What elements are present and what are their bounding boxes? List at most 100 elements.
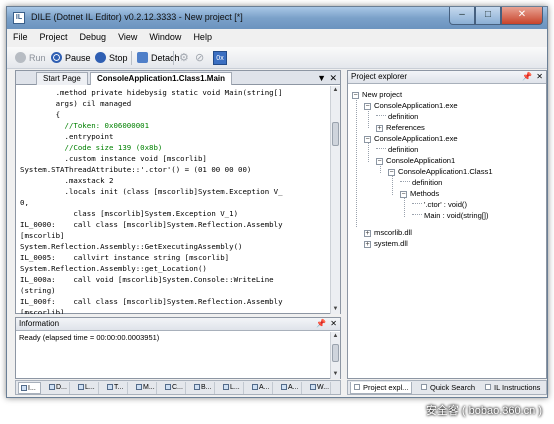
title-bar[interactable]: IL DILE (Dotnet IL Editor) v0.2.12.3333 … [7,7,547,29]
scroll-up-icon[interactable]: ▲ [331,332,340,341]
tab-list-dropdown-icon[interactable]: ▼ [317,72,326,84]
code-line: .custom instance void [mscorlib] [20,154,207,163]
pause-button[interactable]: Pause [51,50,91,66]
scroll-up-icon[interactable]: ▲ [331,86,340,95]
tree-node-label: definition [412,178,443,187]
menu-view[interactable]: View [112,29,143,47]
tree-node[interactable]: − ConsoleApplication1 [376,155,455,166]
tab-main-method[interactable]: ConsoleApplication1.Class1.Main [90,72,233,85]
collapse-icon[interactable]: − [376,158,383,165]
pin-icon[interactable]: 📌 [522,71,532,83]
tree-node[interactable]: − ConsoleApplication1.exe [364,100,458,111]
close-panel-icon[interactable]: ✕ [536,71,543,83]
code-line: IL_0005: callvirt instance string [mscor… [20,253,230,262]
code-line: System.STAThreadAttribute::'.ctor'() = (… [20,165,252,174]
code-line: { [20,110,61,119]
expand-icon[interactable]: + [364,241,371,248]
bottom-tab[interactable]: D... [47,382,70,394]
tree-node[interactable]: definition [400,177,442,188]
run-label: Run [29,53,46,63]
tab-quick-search[interactable]: Quick Search [418,382,478,394]
bottom-tab[interactable]: L... [76,382,99,394]
tree-node[interactable]: + system.dll [364,238,408,249]
close-panel-icon[interactable]: ✕ [330,318,337,330]
code-line: .entrypoint [20,132,114,141]
collapse-icon[interactable]: − [364,136,371,143]
bottom-tab-label: L... [85,384,95,391]
scroll-down-icon[interactable]: ▼ [331,370,340,379]
tree-node[interactable]: − Methods [400,188,439,199]
tab-label: Quick Search [430,383,476,392]
tab-label: Project expl... [363,383,409,392]
tree-node[interactable]: + mscorlib.dll [364,227,412,238]
window-tab-icon [165,384,171,390]
collapse-icon[interactable]: − [388,169,395,176]
menu-window[interactable]: Window [143,29,187,47]
maximize-button[interactable]: □ [475,7,501,25]
run-button[interactable]: Run [15,50,46,66]
editor-scrollbar[interactable]: ▲ ▼ [330,86,340,314]
collapse-icon[interactable]: − [364,103,371,110]
bottom-tab[interactable]: A... [279,382,302,394]
stop-button[interactable]: Stop [95,50,128,66]
document-tabs: Start Page ConsoleApplication1.Class1.Ma… [16,71,340,85]
code-line: (string) [20,286,56,295]
window-title: DILE (Dotnet IL Editor) v0.2.12.3333 - N… [31,12,243,22]
bottom-tab[interactable]: B... [192,382,215,394]
detach-label: Detach [151,53,180,63]
collapse-icon[interactable]: − [352,92,359,99]
expand-icon[interactable]: + [376,125,383,132]
tree-node[interactable]: − New project [352,89,402,100]
tree-node[interactable]: '.ctor' : void() [412,199,467,210]
il-code-view[interactable]: .method private hidebysig static void Ma… [16,86,332,314]
information-scrollbar[interactable]: ▲ ▼ [330,332,340,379]
minimize-button[interactable]: – [449,7,475,25]
explorer-tab-icon [354,384,360,390]
bottom-tab-label: D... [56,384,67,391]
menu-project[interactable]: Project [34,29,74,47]
disabled-tool-icon[interactable]: ⊘ [195,50,204,66]
tree-node[interactable]: definition [376,144,418,155]
tree-node[interactable]: − ConsoleApplication1.Class1 [388,166,493,177]
tree-node[interactable]: Main : void(string[]) [412,210,489,221]
tree-node-label: Main : void(string[]) [424,211,489,220]
pause-label: Pause [65,53,91,63]
app-icon: IL [13,12,25,24]
close-button[interactable]: ✕ [501,7,543,25]
scroll-down-icon[interactable]: ▼ [331,305,340,314]
tree-connector [412,214,422,215]
menu-debug[interactable]: Debug [74,29,113,47]
bottom-tab[interactable]: T... [105,382,128,394]
tab-label: IL Instructions [494,383,541,392]
tab-start-page[interactable]: Start Page [36,72,88,85]
hex-display-button[interactable]: 0x [213,51,227,65]
tree-node-label: Methods [410,189,440,198]
bottom-tab[interactable]: W... [308,382,331,394]
bottom-tab[interactable]: L... [221,382,244,394]
bottom-tab[interactable]: C... [163,382,186,394]
tree-node[interactable]: + References [376,122,425,133]
close-tab-icon[interactable]: ✕ [329,72,337,84]
information-header: Information 📌 ✕ [16,318,340,331]
scrollbar-thumb[interactable] [332,122,339,146]
bottom-tab[interactable]: I... [18,382,41,394]
menu-file[interactable]: File [7,29,34,47]
tab-il-instructions[interactable]: IL Instructions [482,382,543,394]
bottom-tab-label: W... [317,384,330,391]
pin-icon[interactable]: 📌 [316,318,326,330]
tab-project-explorer[interactable]: Project expl... [350,382,413,394]
tree-node[interactable]: − ConsoleApplication1.exe [364,133,458,144]
settings-icon[interactable]: ⚙ [179,50,189,66]
tree-node[interactable]: definition [376,111,418,122]
expand-icon[interactable]: + [364,230,371,237]
collapse-icon[interactable]: − [400,191,407,198]
window-tab-icon [310,384,316,390]
bottom-tab[interactable]: M... [134,382,157,394]
menu-help[interactable]: Help [187,29,218,47]
bottom-panel-tabs: I... D... L... T... M... C... B... L... A... A...… [15,380,341,395]
scrollbar-thumb[interactable] [332,344,339,362]
tree-node-label: ConsoleApplication1.exe [374,101,458,110]
explorer-panel-tabs: Project expl... Quick Search IL Instruct… [347,380,547,395]
tree-connector [412,203,422,204]
bottom-tab[interactable]: A... [250,382,273,394]
